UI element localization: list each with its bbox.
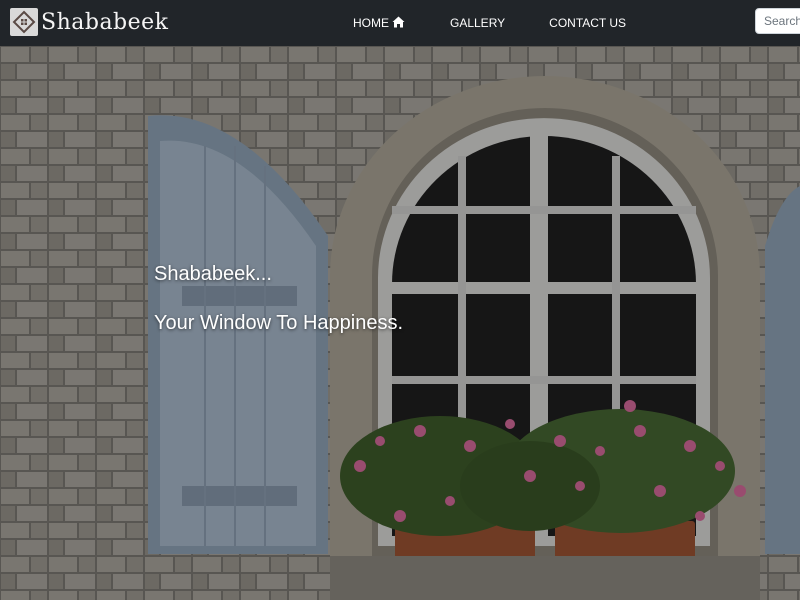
window-house-icon [10,8,38,36]
brand-name: Shababeek [41,9,169,35]
navbar: Shababeek HOME GALLERY CONTACT US [0,0,800,46]
nav-link-home-label: HOME [353,16,389,30]
hero-section: Shababeek... Your Window To Happiness. [0,46,800,600]
brand[interactable]: Shababeek [10,6,169,38]
nav-link-gallery[interactable]: GALLERY [450,16,505,30]
hero-tagline: Your Window To Happiness. [154,312,404,334]
nav-links: HOME GALLERY CONTACT US [353,0,626,46]
hero-title: Shababeek... [154,263,272,285]
search-input[interactable] [755,8,800,34]
nav-link-home[interactable]: HOME [353,16,405,31]
home-icon [392,16,405,31]
nav-link-contact[interactable]: CONTACT US [549,16,626,30]
